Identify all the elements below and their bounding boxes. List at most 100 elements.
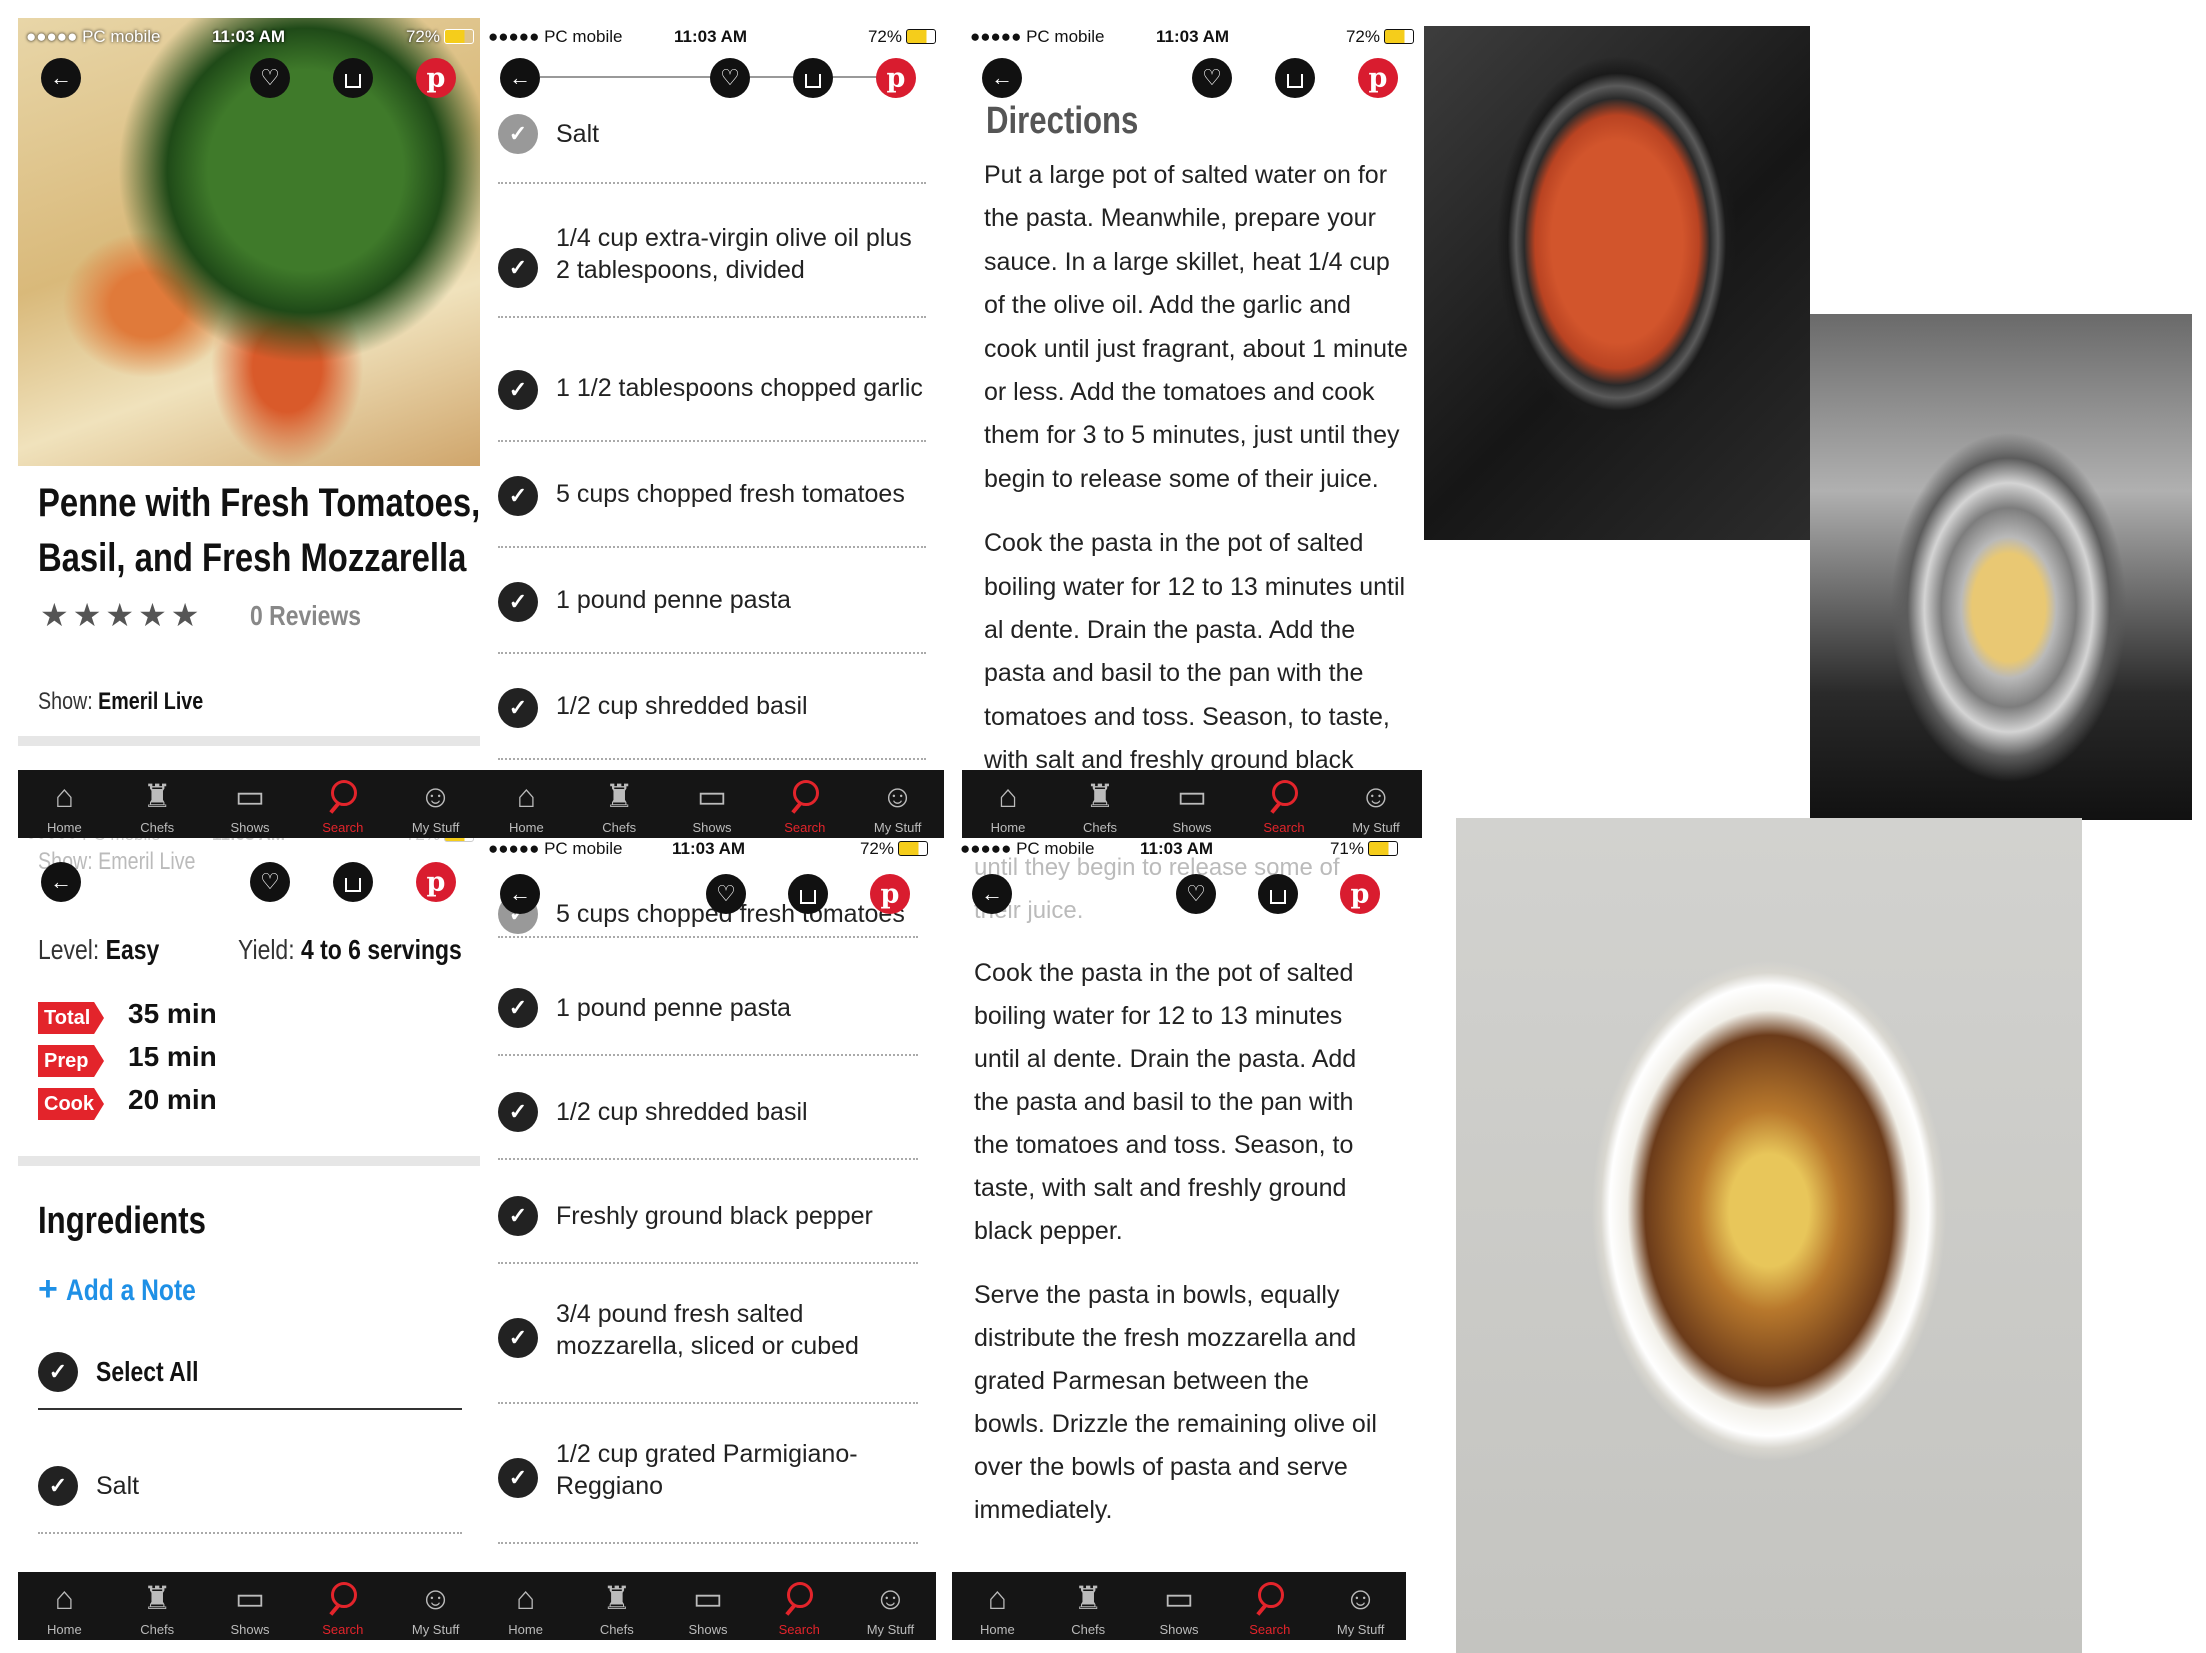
checkmark-icon[interactable]: ✓ xyxy=(498,476,538,516)
ingredient-row[interactable]: ✓ Salt xyxy=(498,110,926,184)
chef-hat-icon xyxy=(602,1578,631,1620)
ingredient-row[interactable]: ✓ Freshly ground black pepper xyxy=(498,1170,918,1264)
checkmark-icon[interactable]: ✓ xyxy=(498,582,538,622)
tab-my-stuff[interactable]: My Stuff xyxy=(389,770,482,838)
ingredient-row[interactable]: ✓ 5 cups chopped fresh tomatoes xyxy=(498,456,926,548)
tab-search[interactable]: Search xyxy=(296,1572,389,1640)
pinterest-icon[interactable] xyxy=(1358,58,1398,98)
tab-chefs[interactable]: Chefs xyxy=(111,770,204,838)
tab-bar: Home Chefs Shows Search My Stuff xyxy=(952,1572,1406,1640)
reviews-link[interactable]: 0 Reviews xyxy=(250,600,385,632)
checkmark-icon[interactable]: ✓ xyxy=(498,114,538,154)
add-note-button[interactable]: + Add a Note xyxy=(38,1270,225,1309)
prep-time-badge: Prep xyxy=(38,1045,104,1077)
checkmark-icon[interactable]: ✓ xyxy=(498,1196,538,1236)
search-icon xyxy=(1255,1578,1285,1620)
back-arrow-icon[interactable] xyxy=(982,58,1022,98)
pinterest-icon[interactable] xyxy=(416,58,456,98)
ingredient-row[interactable]: ✓ Salt xyxy=(38,1446,462,1534)
show-link[interactable]: Emeril Live xyxy=(98,688,203,715)
tab-my-stuff[interactable]: My Stuff xyxy=(845,1572,936,1640)
tab-shows[interactable]: Shows xyxy=(666,770,759,838)
share-icon[interactable] xyxy=(1258,874,1298,914)
pinterest-icon[interactable] xyxy=(1340,874,1380,914)
heart-icon[interactable] xyxy=(250,862,290,902)
back-arrow-icon[interactable] xyxy=(972,874,1012,914)
home-icon xyxy=(55,776,74,818)
tab-my-stuff[interactable]: My Stuff xyxy=(1315,1572,1406,1640)
yield-info: Yield: 4 to 6 servings xyxy=(238,934,462,965)
checkmark-icon[interactable]: ✓ xyxy=(498,1318,538,1358)
tab-home[interactable]: Home xyxy=(962,770,1054,838)
tab-search[interactable]: Search xyxy=(1224,1572,1315,1640)
ingredient-row[interactable]: ✓ 1/2 cup shredded basil xyxy=(498,668,926,760)
tab-my-stuff[interactable]: My Stuff xyxy=(389,1572,482,1640)
tab-chefs[interactable]: Chefs xyxy=(1043,1572,1134,1640)
checkmark-icon[interactable]: ✓ xyxy=(498,988,538,1028)
tab-home[interactable]: Home xyxy=(480,1572,571,1640)
heart-icon[interactable] xyxy=(250,58,290,98)
tab-chefs[interactable]: Chefs xyxy=(111,1572,204,1640)
tab-chefs[interactable]: Chefs xyxy=(1054,770,1146,838)
ingredient-row[interactable]: ✓ 1 1/2 tablespoons chopped garlic xyxy=(498,350,926,442)
pinterest-icon[interactable] xyxy=(416,862,456,902)
back-arrow-icon[interactable] xyxy=(500,874,540,914)
select-all-row[interactable]: ✓ Select All xyxy=(38,1338,462,1410)
back-arrow-icon[interactable] xyxy=(41,862,81,902)
checkmark-icon[interactable]: ✓ xyxy=(38,1352,78,1392)
directions-text: Cook the pasta in the pot of salted boil… xyxy=(974,959,1377,1524)
share-icon[interactable] xyxy=(333,58,373,98)
checkmark-icon[interactable]: ✓ xyxy=(498,370,538,410)
chef-hat-icon xyxy=(143,776,172,818)
tab-chefs[interactable]: Chefs xyxy=(571,1572,662,1640)
heart-icon[interactable] xyxy=(706,874,746,914)
checkmark-icon[interactable]: ✓ xyxy=(38,1466,78,1506)
ingredient-row[interactable]: ✓ 1 pound penne pasta xyxy=(498,562,926,654)
tab-search[interactable]: Search xyxy=(296,770,389,838)
heart-icon[interactable] xyxy=(1192,58,1232,98)
pinterest-icon[interactable] xyxy=(876,58,916,98)
tab-shows[interactable]: Shows xyxy=(662,1572,753,1640)
home-icon xyxy=(988,1578,1007,1620)
tab-bar: Home Chefs Shows Search My Stuff xyxy=(962,770,1422,838)
home-icon xyxy=(998,776,1017,818)
share-icon[interactable] xyxy=(788,874,828,914)
checkmark-icon[interactable]: ✓ xyxy=(498,688,538,728)
tab-shows[interactable]: Shows xyxy=(204,770,297,838)
back-arrow-icon[interactable] xyxy=(500,58,540,98)
ingredient-row[interactable]: ✓ 1/2 cup shredded basil xyxy=(498,1066,918,1160)
tab-chefs[interactable]: Chefs xyxy=(573,770,666,838)
tab-my-stuff[interactable]: My Stuff xyxy=(1330,770,1422,838)
tab-bar: Home Chefs Shows Search My Stuff xyxy=(480,770,944,838)
back-arrow-icon[interactable] xyxy=(41,58,81,98)
ingredient-row[interactable]: ✓ 3/4 pound fresh salted mozzarella, slic… xyxy=(498,1274,918,1404)
checkmark-icon[interactable]: ✓ xyxy=(498,1092,538,1132)
tab-home[interactable]: Home xyxy=(18,770,111,838)
heart-icon[interactable] xyxy=(1176,874,1216,914)
tab-my-stuff[interactable]: My Stuff xyxy=(851,770,944,838)
ingredient-row[interactable]: ✓ 1/2 cup grated Parmigiano-Reggiano xyxy=(498,1414,918,1544)
tab-shows[interactable]: Shows xyxy=(204,1572,297,1640)
ingredient-row[interactable]: ✓ 1/4 cup extra-virgin olive oil plus 2 t… xyxy=(498,218,926,318)
tab-shows[interactable]: Shows xyxy=(1134,1572,1225,1640)
tab-search[interactable]: Search xyxy=(754,1572,845,1640)
chef-hat-icon xyxy=(1086,776,1115,818)
rating-stars[interactable]: ★★★★★ xyxy=(40,596,203,634)
share-icon[interactable] xyxy=(793,58,833,98)
tab-shows[interactable]: Shows xyxy=(1146,770,1238,838)
checkmark-icon[interactable]: ✓ xyxy=(498,248,538,288)
home-icon xyxy=(55,1578,74,1620)
cook-time-value: 20 min xyxy=(128,1084,217,1115)
tab-home[interactable]: Home xyxy=(952,1572,1043,1640)
tab-search[interactable]: Search xyxy=(758,770,851,838)
tab-search[interactable]: Search xyxy=(1238,770,1330,838)
tab-home[interactable]: Home xyxy=(480,770,573,838)
heart-icon[interactable] xyxy=(710,58,750,98)
tab-home[interactable]: Home xyxy=(18,1572,111,1640)
status-bar: ●●●●● PC mobile11:03 AM72% xyxy=(962,18,1422,62)
ingredient-row[interactable]: ✓ 1 pound penne pasta xyxy=(498,962,918,1056)
pinterest-icon[interactable] xyxy=(870,874,910,914)
share-icon[interactable] xyxy=(333,862,373,902)
checkmark-icon[interactable]: ✓ xyxy=(498,1458,538,1498)
share-icon[interactable] xyxy=(1275,58,1315,98)
